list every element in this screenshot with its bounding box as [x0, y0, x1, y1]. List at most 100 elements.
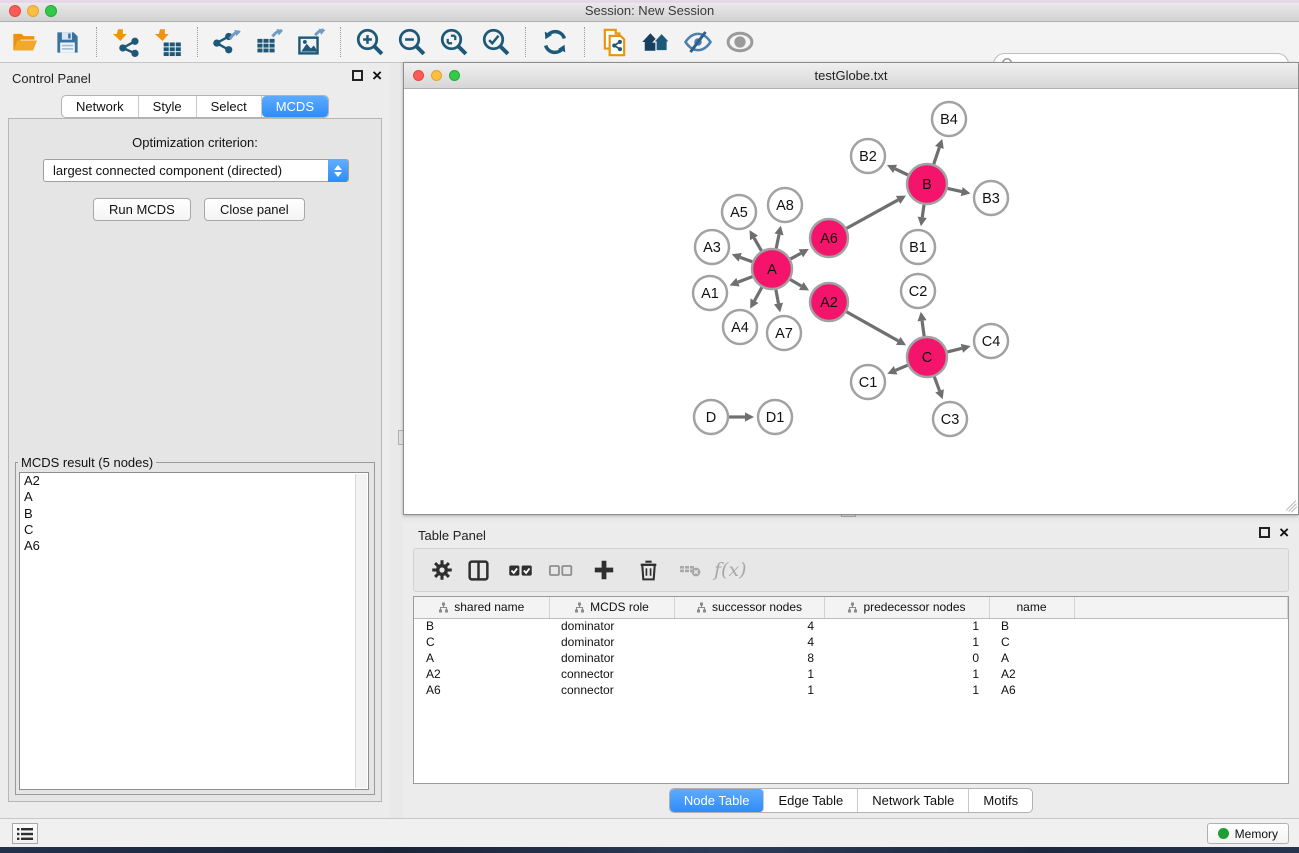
zoom-in-button[interactable]	[353, 25, 387, 59]
equation-builder-button[interactable]: f(x)	[714, 559, 747, 581]
import-network-button[interactable]	[109, 25, 143, 59]
export-image-button[interactable]	[294, 25, 328, 59]
cell[interactable]: A2	[989, 666, 1074, 682]
node-b1[interactable]: B1	[901, 230, 935, 264]
node-a3[interactable]: A3	[695, 230, 729, 264]
close-panel-button[interactable]: Close panel	[204, 198, 305, 221]
column-header-successor-nodes[interactable]: successor nodes	[674, 597, 824, 618]
cell[interactable]: A	[989, 650, 1074, 666]
zoom-network-light[interactable]	[449, 70, 460, 81]
node-d1[interactable]: D1	[758, 400, 792, 434]
cell[interactable]: A6	[989, 682, 1074, 698]
run-mcds-button[interactable]: Run MCDS	[93, 198, 191, 221]
minimize-window-light[interactable]	[27, 5, 39, 17]
node-b2[interactable]: B2	[851, 139, 885, 173]
table-row-a[interactable]: Adominator80A	[414, 650, 1288, 666]
node-b4[interactable]: B4	[932, 102, 966, 136]
home-neighbors-button[interactable]	[639, 25, 673, 59]
edge-A-A6[interactable]	[790, 249, 808, 259]
minimize-network-light[interactable]	[431, 70, 442, 81]
table-settings-button[interactable]	[424, 552, 460, 588]
edge-C-C4[interactable]	[947, 344, 970, 353]
node-c3[interactable]: C3	[933, 402, 967, 436]
result-scrollbar[interactable]	[355, 474, 367, 788]
table-tab-node-table[interactable]: Node Table	[670, 789, 765, 812]
node-a[interactable]: A	[752, 249, 792, 289]
node-a8[interactable]: A8	[768, 188, 802, 222]
float-panel-icon[interactable]	[352, 70, 363, 81]
cell[interactable]: C	[414, 634, 549, 650]
close-panel-icon[interactable]: ×	[372, 70, 382, 81]
edge-A-A8[interactable]	[775, 226, 784, 249]
node-c4[interactable]: C4	[974, 324, 1008, 358]
cell[interactable]: dominator	[549, 634, 674, 650]
float-table-panel-icon[interactable]	[1259, 527, 1270, 538]
cell[interactable]: A	[414, 650, 549, 666]
column-header-predecessor-nodes[interactable]: predecessor nodes	[824, 597, 989, 618]
export-network-button[interactable]	[210, 25, 244, 59]
edge-B-B2[interactable]	[887, 165, 908, 175]
node-a6[interactable]: A6	[810, 219, 848, 257]
column-header-shared-name[interactable]: shared name	[414, 597, 549, 618]
result-item-a6[interactable]: A6	[20, 538, 368, 554]
cell[interactable]: dominator	[549, 650, 674, 666]
zoom-fit-button[interactable]	[437, 25, 471, 59]
select-all-button[interactable]	[502, 552, 538, 588]
edge-B-B1[interactable]	[918, 205, 927, 226]
edge-A-A5[interactable]	[750, 230, 762, 251]
edge-D-D1[interactable]	[729, 412, 754, 421]
cell[interactable]: 1	[674, 666, 824, 682]
edge-C-C2[interactable]	[917, 312, 926, 336]
cell[interactable]: 4	[674, 634, 824, 650]
zoom-window-light[interactable]	[45, 5, 57, 17]
zoom-out-button[interactable]	[395, 25, 429, 59]
edge-C-C1[interactable]	[887, 365, 907, 374]
import-table-button[interactable]	[151, 25, 185, 59]
column-header-name[interactable]: name	[989, 597, 1074, 618]
edge-B-B3[interactable]	[948, 187, 971, 196]
node-a4[interactable]: A4	[723, 310, 757, 344]
criterion-select[interactable]: largest connected component (directed)	[43, 159, 349, 182]
result-item-a[interactable]: A	[20, 489, 368, 505]
edge-A-A7[interactable]	[774, 290, 783, 313]
hide-selected-button[interactable]	[681, 25, 715, 59]
close-window-light[interactable]	[9, 5, 21, 17]
delete-columns-button[interactable]	[630, 552, 666, 588]
table-row-c[interactable]: Cdominator41C	[414, 634, 1288, 650]
zoom-selected-button[interactable]	[479, 25, 513, 59]
network-window-titlebar[interactable]: testGlobe.txt	[404, 63, 1298, 89]
open-session-button[interactable]	[8, 25, 42, 59]
cell[interactable]: A2	[414, 666, 549, 682]
edge-A-A3[interactable]	[732, 253, 753, 262]
cell[interactable]: A6	[414, 682, 549, 698]
node-a1[interactable]: A1	[693, 276, 727, 310]
cell[interactable]: dominator	[549, 618, 674, 634]
table-row-b[interactable]: Bdominator41B	[414, 618, 1288, 634]
task-history-button[interactable]	[12, 823, 38, 844]
close-network-light[interactable]	[413, 70, 424, 81]
table-row-a2[interactable]: A2connector11A2	[414, 666, 1288, 682]
tab-style[interactable]: Style	[139, 96, 197, 117]
table-tab-motifs[interactable]: Motifs	[969, 789, 1032, 812]
result-item-b[interactable]: B	[20, 506, 368, 522]
edge-A2-C[interactable]	[846, 312, 906, 345]
edge-A-A1[interactable]	[730, 277, 753, 287]
cell[interactable]: 4	[674, 618, 824, 634]
node-c[interactable]: C	[907, 337, 947, 377]
edge-A6-B[interactable]	[847, 196, 906, 229]
table-row-a6[interactable]: A6connector11A6	[414, 682, 1288, 698]
cell[interactable]: 1	[824, 634, 989, 650]
export-table-button[interactable]	[252, 25, 286, 59]
mcds-result-list[interactable]: A2ABCA6	[19, 472, 369, 790]
node-c1[interactable]: C1	[851, 365, 885, 399]
edge-A-A4[interactable]	[750, 287, 762, 308]
cell[interactable]: connector	[549, 666, 674, 682]
close-table-panel-icon[interactable]: ×	[1279, 527, 1289, 538]
node-a5[interactable]: A5	[722, 195, 756, 229]
delete-table-button[interactable]	[672, 552, 708, 588]
cell[interactable]: 0	[824, 650, 989, 666]
tab-mcds[interactable]: MCDS	[262, 96, 328, 117]
table-tab-network-table[interactable]: Network Table	[858, 789, 969, 812]
node-b3[interactable]: B3	[974, 181, 1008, 215]
node-a7[interactable]: A7	[767, 316, 801, 350]
